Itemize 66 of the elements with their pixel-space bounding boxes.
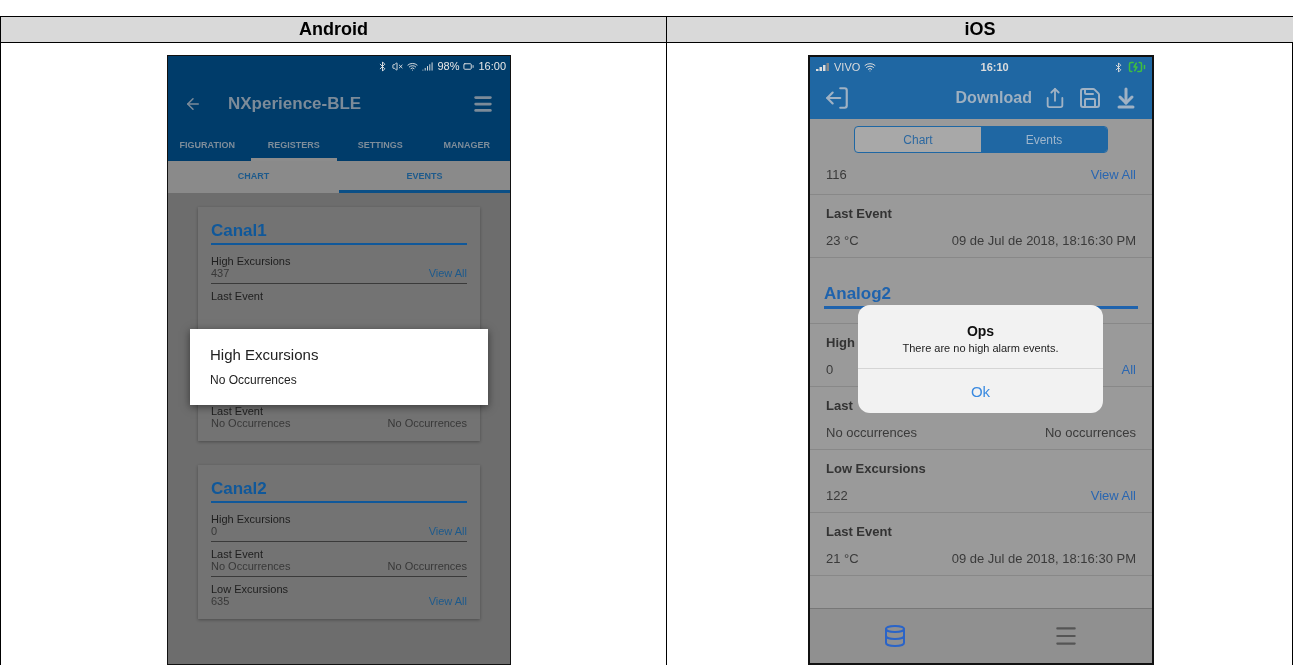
save-icon[interactable] [1078, 86, 1102, 110]
row-value: 437 [211, 267, 230, 279]
dialog-message: No Occurrences [210, 373, 298, 387]
row-value: 635 [211, 595, 230, 607]
alert-title: Ops [965, 323, 996, 339]
carrier-name: VIVO [834, 61, 861, 73]
mute-icon [392, 60, 404, 72]
status-time: 16:00 [478, 60, 506, 72]
row-detail: No Occurrences [387, 417, 467, 429]
row-value: 23 °C [826, 233, 859, 248]
row-value: No Occurrences [211, 417, 291, 429]
row-detail: No occurrences [1044, 425, 1136, 440]
status-time: 16:10 [979, 61, 1010, 73]
view-all-link[interactable]: View All [428, 525, 467, 537]
row-value: 122 [826, 488, 848, 503]
wifi-icon [407, 60, 419, 72]
row-label: Last Event [826, 206, 892, 221]
view-all-link[interactable]: View All [1090, 488, 1136, 503]
tab[interactable]: FIGURATION [168, 131, 251, 161]
row-label: High Excursions [211, 513, 292, 525]
row-detail: 09 de Jul de 2018, 18:16:30 PM [951, 551, 1136, 566]
app-title: NXperience-BLE [228, 93, 363, 114]
row-label: High [826, 335, 855, 350]
card-title: Canal1 [211, 221, 467, 245]
row-label: Last [826, 398, 853, 413]
row-label: Low Excursions [211, 583, 290, 595]
sub-tab[interactable]: EVENTS [339, 161, 510, 193]
row-label: Last Event [211, 405, 264, 417]
row-value: 116 [826, 167, 847, 182]
column-header: iOS [667, 17, 1293, 43]
bluetooth-icon [1113, 61, 1124, 73]
database-icon [883, 624, 907, 648]
segment[interactable]: Chart [855, 127, 981, 152]
row-label: Last Event [211, 290, 264, 302]
column-header: Android [1, 17, 667, 43]
signal-icon [816, 62, 830, 72]
row-label: High Excursions [211, 255, 292, 267]
wifi-icon [864, 61, 877, 73]
battery-icon [463, 60, 475, 72]
share-icon[interactable] [1044, 87, 1066, 109]
tab-bar-item[interactable] [883, 624, 907, 648]
exit-icon[interactable] [824, 85, 850, 111]
row-value: No occurrences [826, 425, 918, 440]
row-label: Low Excursions [826, 461, 926, 476]
view-all-link[interactable]: All [1121, 362, 1136, 377]
view-all-link[interactable]: View All [428, 595, 467, 607]
row-value: No Occurrences [211, 560, 291, 572]
signal-icon [422, 60, 434, 72]
ok-button[interactable]: Ok [858, 368, 1103, 413]
segment[interactable]: Events [981, 127, 1107, 152]
row-detail: No Occurrences [387, 560, 467, 572]
alert-message: There are no high alarm events. [901, 342, 1060, 354]
nav-title: Download [954, 89, 1032, 107]
battery-percent: 98% [437, 60, 460, 72]
tab[interactable]: SETTINGS [337, 131, 424, 161]
sub-tab[interactable]: CHART [168, 161, 339, 193]
tab[interactable]: MANAGER [423, 131, 510, 161]
card-title: Canal2 [211, 479, 467, 503]
row-label: Last Event [826, 524, 892, 539]
view-all-link[interactable]: View All [428, 267, 467, 279]
row-label: Last Event [211, 548, 264, 560]
row-value: 21 °C [826, 551, 859, 566]
row-value: 0 [826, 362, 834, 377]
row-detail: 09 de Jul de 2018, 18:16:30 PM [951, 233, 1136, 248]
dialog-title: High Excursions [210, 346, 320, 363]
view-all-link[interactable]: View All [1090, 167, 1136, 182]
